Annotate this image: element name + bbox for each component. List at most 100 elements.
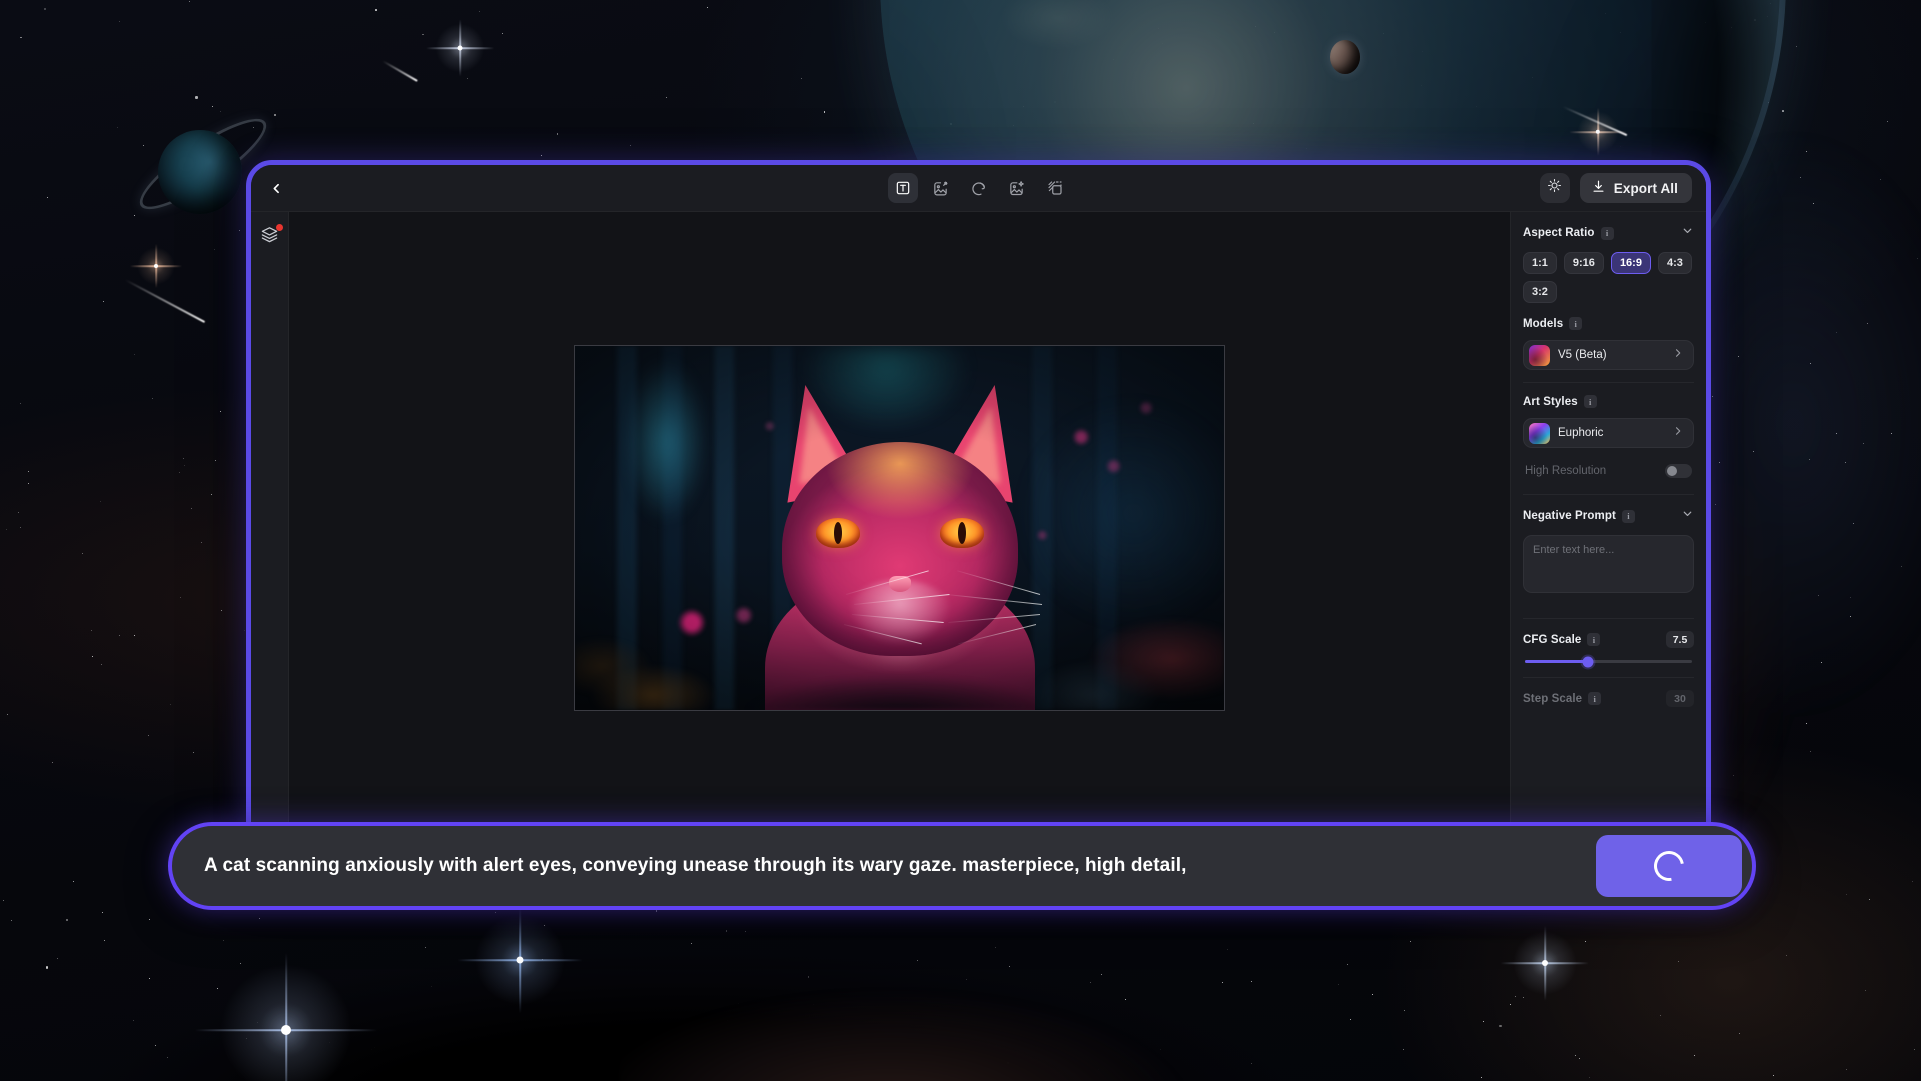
divider [1523,382,1694,383]
layers-button[interactable] [257,224,283,250]
text-to-image-tool[interactable] [887,173,918,203]
star [20,526,22,528]
negative-prompt-input[interactable] [1523,535,1694,593]
prompt-bar[interactable]: A cat scanning anxiously with alert eyes… [168,822,1756,910]
negative-prompt-title: Negative Prompt [1523,510,1616,522]
star [81,552,83,554]
spinner-icon [1648,845,1690,887]
sketch-circle-icon [970,180,987,197]
image-sparkle-icon [1008,180,1025,197]
high-resolution-toggle[interactable] [1665,464,1692,478]
download-icon [1591,179,1606,197]
star [183,458,185,460]
aspect-ratio-chip-16-9[interactable]: 16:9 [1610,252,1651,274]
aspect-ratio-chip-4-3[interactable]: 4:3 [1657,252,1692,274]
star [52,762,54,764]
prompt-input[interactable]: A cat scanning anxiously with alert eyes… [204,855,1596,877]
models-header: Models i [1523,317,1694,330]
negative-prompt-info-icon[interactable]: i [1621,509,1635,523]
header-actions: Export All [1539,173,1692,203]
star [1677,960,1679,962]
star [101,663,103,665]
export-all-label: Export All [1613,180,1678,196]
star [665,97,667,99]
models-title: Models [1523,317,1564,330]
star [90,630,92,632]
star [118,20,120,22]
aspect-ratio-options: 1:1 9:16 16:9 4:3 3:2 [1523,252,1694,303]
star [6,714,8,716]
star [184,464,186,466]
star [1738,1032,1740,1034]
image-enhance-tool[interactable] [1002,173,1032,203]
aspect-ratio-chip-1-1[interactable]: 1:1 [1523,252,1557,274]
artwork-vignette [575,345,1224,710]
cfg-scale-info-icon[interactable]: i [1587,633,1601,646]
cfg-scale-slider[interactable] [1525,656,1692,667]
image-to-image-tool[interactable] [926,173,956,203]
step-scale-value: 30 [1666,690,1694,707]
star [213,248,215,250]
star [195,96,198,99]
negative-prompt-collapse-button[interactable] [1681,507,1694,525]
background-remove-tool[interactable] [1040,173,1070,203]
canvas-area[interactable] [289,212,1510,843]
high-resolution-row[interactable]: High Resolution [1523,460,1694,482]
art-style-select[interactable]: Euphoric [1523,418,1694,448]
star [1588,1076,1590,1078]
star [556,133,559,135]
generated-image[interactable] [574,344,1225,711]
divider [1523,618,1694,619]
star [102,300,104,302]
star [800,78,802,80]
cfg-scale-slider-fill [1525,660,1589,663]
sketch-tool[interactable] [964,173,994,203]
generate-button[interactable] [1596,835,1742,897]
star [540,155,542,157]
aspect-ratio-collapse-button[interactable] [1681,224,1694,242]
negative-prompt-section: Negative Prompt i [1523,507,1694,612]
negative-prompt-header: Negative Prompt i [1523,507,1694,525]
step-scale-header: Step Scale i 30 [1523,690,1694,707]
cfg-scale-header: CFG Scale i 7.5 [1523,631,1694,648]
aspect-ratio-chip-9-16[interactable]: 9:16 [1563,252,1604,274]
app-header: Export All [251,165,1706,212]
star [1786,954,1788,956]
model-select[interactable]: V5 (Beta) [1523,340,1694,370]
star [100,501,102,503]
star [5,529,7,531]
star [1868,899,1870,901]
moon-icon [1330,40,1360,74]
export-all-button[interactable]: Export All [1579,173,1692,203]
step-scale-section: Step Scale i 30 [1523,690,1694,707]
cfg-scale-slider-thumb[interactable] [1582,656,1594,667]
star [134,354,136,356]
star [152,398,154,399]
cfg-scale-value: 7.5 [1666,631,1694,648]
art-styles-section: Art Styles i Euphoric High Resolution [1523,395,1694,482]
aspect-ratio-chip-3-2[interactable]: 3:2 [1523,281,1557,303]
cfg-scale-section: CFG Scale i 7.5 [1523,631,1694,667]
models-info-icon[interactable]: i [1569,317,1583,330]
left-rail [251,212,289,843]
star [707,7,709,9]
star [201,541,203,543]
star [134,214,136,216]
star [191,507,193,509]
star [1693,1055,1695,1057]
art-styles-info-icon[interactable]: i [1583,395,1597,408]
app-window: Export All Aspect Ratio i 1:1 9:16 16:9 … [246,160,1711,848]
step-scale-info-icon[interactable]: i [1588,692,1602,705]
back-button[interactable] [263,175,289,201]
star [221,609,223,611]
star [169,703,172,706]
chevron-left-icon [270,182,283,195]
image-edit-icon [932,180,949,197]
models-section: Models i V5 (Beta) [1523,317,1694,370]
theme-toggle-button[interactable] [1539,173,1570,203]
star [43,8,47,11]
star [1522,997,1524,999]
star [1782,110,1784,112]
aspect-ratio-info-icon[interactable]: i [1600,226,1614,240]
background-remove-icon [1046,179,1064,197]
